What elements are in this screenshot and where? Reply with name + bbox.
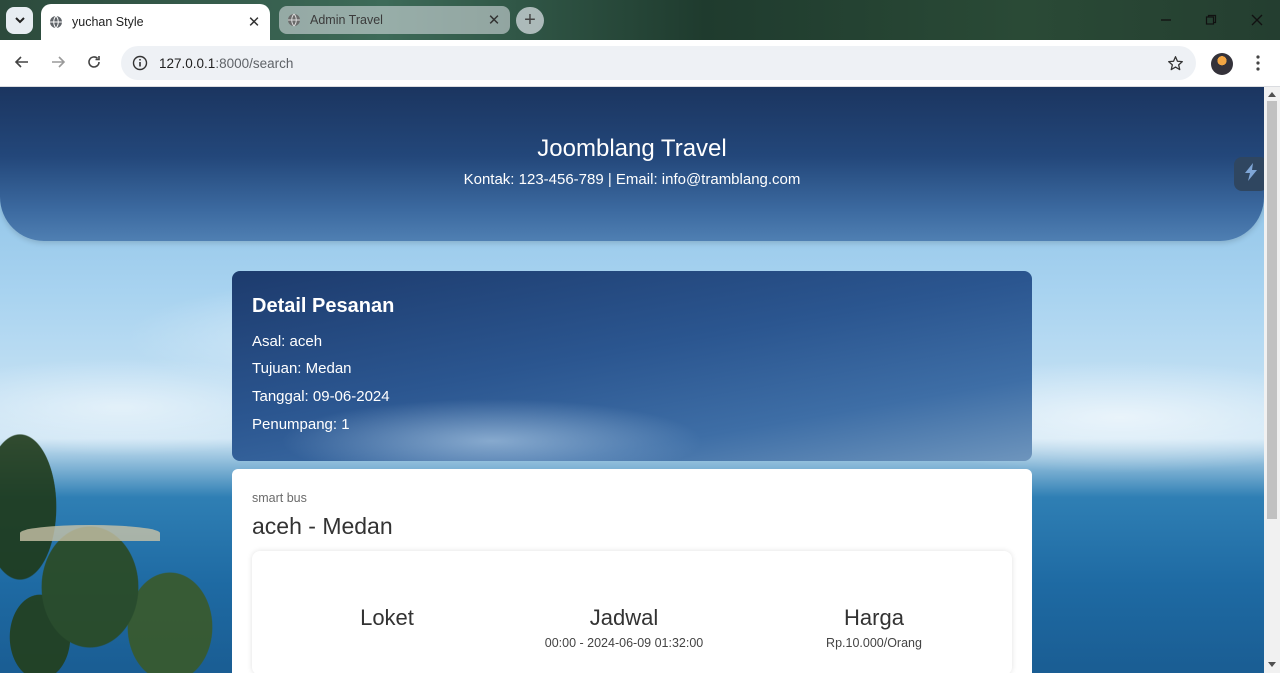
trip-result-card[interactable]: smart bus aceh - Medan Loket Jadwal 00:0… xyxy=(232,469,1032,673)
restore-button[interactable] xyxy=(1200,9,1222,31)
extension-widget[interactable] xyxy=(1234,157,1264,191)
url-path: :8000/search xyxy=(215,55,294,71)
address-bar[interactable]: 127.0.0.1:8000/search xyxy=(121,46,1196,80)
harga-column: Harga Rp.10.000/Orang xyxy=(784,605,964,650)
detail-tujuan: Tujuan: Medan xyxy=(252,360,352,377)
globe-icon xyxy=(49,15,63,29)
detail-penumpang: Penumpang: 1 xyxy=(252,416,350,433)
close-window-button[interactable] xyxy=(1246,9,1268,31)
tab-title: Admin Travel xyxy=(310,13,383,27)
scroll-up-arrow[interactable] xyxy=(1268,92,1276,97)
browser-tab-strip: yuchan Style ✕ Admin Travel ✕ + xyxy=(0,0,1280,40)
trip-info-box: Loket Jadwal 00:00 - 2024-06-09 01:32:00… xyxy=(252,551,1012,673)
forward-button[interactable] xyxy=(44,50,72,78)
lightning-icon xyxy=(1242,162,1260,186)
info-icon[interactable] xyxy=(123,46,157,80)
operator-name: smart bus xyxy=(252,491,307,505)
new-tab-button[interactable]: + xyxy=(516,7,544,34)
url-text: 127.0.0.1:8000/search xyxy=(159,56,293,71)
reload-icon xyxy=(86,54,102,74)
arrow-left-icon xyxy=(14,54,30,74)
site-header: Joomblang Travel Kontak: 123-456-789 | E… xyxy=(0,87,1264,241)
close-tab-button[interactable]: ✕ xyxy=(246,13,262,31)
detail-tanggal: Tanggal: 09-06-2024 xyxy=(252,388,390,405)
scroll-thumb[interactable] xyxy=(1267,101,1277,519)
chevron-down-icon xyxy=(14,11,26,30)
tab-search-button[interactable] xyxy=(6,7,33,34)
jadwal-value: 00:00 - 2024-06-09 01:32:00 xyxy=(544,636,704,650)
route-title: aceh - Medan xyxy=(252,513,393,539)
star-icon[interactable] xyxy=(1166,54,1184,72)
background-trees xyxy=(0,367,240,673)
loket-column: Loket xyxy=(312,605,462,631)
scroll-down-arrow[interactable] xyxy=(1268,662,1276,667)
minimize-button[interactable] xyxy=(1155,9,1177,31)
jadwal-label: Jadwal xyxy=(589,605,659,630)
kebab-icon[interactable] xyxy=(1248,52,1268,74)
close-tab-button[interactable]: ✕ xyxy=(486,11,502,29)
detail-asal: Asal: aceh xyxy=(252,333,323,350)
order-detail-card: Detail Pesanan Asal: aceh Tujuan: Medan … xyxy=(232,271,1032,461)
harga-label: Harga xyxy=(844,605,904,630)
globe-icon xyxy=(287,13,301,27)
harga-value: Rp.10.000/Orang xyxy=(826,636,922,650)
loket-label: Loket xyxy=(360,605,414,630)
browser-toolbar: 127.0.0.1:8000/search xyxy=(0,40,1280,87)
url-host: 127.0.0.1 xyxy=(159,55,216,71)
jadwal-column: Jadwal 00:00 - 2024-06-09 01:32:00 xyxy=(514,605,734,650)
vertical-scrollbar[interactable] xyxy=(1264,87,1280,673)
back-button[interactable] xyxy=(8,50,36,78)
tab-title: yuchan Style xyxy=(72,15,144,29)
tab-yuchan-style[interactable]: yuchan Style ✕ xyxy=(41,4,270,40)
profile-avatar[interactable] xyxy=(1211,53,1233,75)
reload-button[interactable] xyxy=(80,50,108,78)
site-contact: Kontak: 123-456-789 | Email: info@trambl… xyxy=(463,171,801,188)
page-viewport: Joomblang Travel Kontak: 123-456-789 | E… xyxy=(0,87,1264,673)
order-detail-heading: Detail Pesanan xyxy=(252,295,395,317)
tab-admin-travel[interactable]: Admin Travel ✕ xyxy=(279,6,510,34)
arrow-right-icon xyxy=(50,54,66,74)
site-title: Joomblang Travel xyxy=(537,135,727,162)
background-island xyxy=(20,525,160,541)
